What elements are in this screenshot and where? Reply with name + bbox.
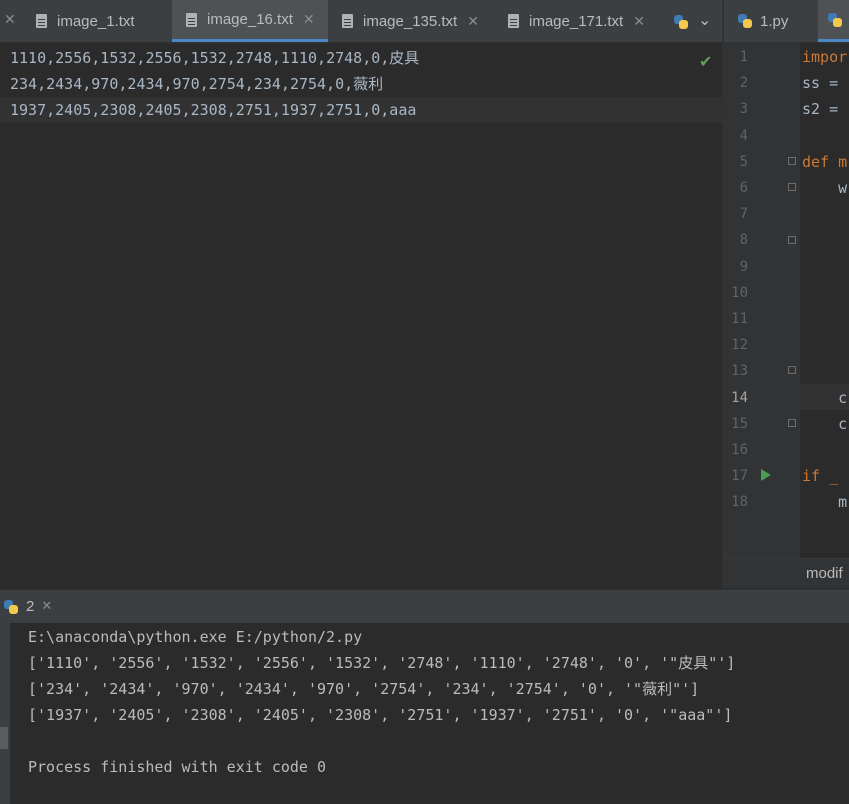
console-line: ['234', '2434', '970', '2434', '970', '2… <box>28 680 700 698</box>
check-icon: ✔ <box>699 52 713 71</box>
tab-image-171[interactable]: image_171.txt ✕ <box>508 0 658 42</box>
line-number: 3 <box>739 101 748 118</box>
line-number: 13 <box>731 363 748 380</box>
line-number: 14 <box>731 389 748 406</box>
close-icon[interactable]: ✕ <box>4 12 16 28</box>
chevron-down-icon[interactable]: ⌄ <box>698 10 711 29</box>
tab-1-py[interactable]: 1.py <box>738 0 828 42</box>
close-icon[interactable]: ✕ <box>41 599 52 614</box>
fold-icon[interactable] <box>788 183 796 191</box>
console-output[interactable]: E:\anaconda\python.exe E:/python/2.py ['… <box>0 623 849 804</box>
tab-image-135[interactable]: image_135.txt ✕ <box>342 0 502 42</box>
run-tool-window-header: 2 ✕ <box>0 589 849 624</box>
console-line: Process finished with exit code 0 <box>28 758 327 776</box>
python-file-icon <box>828 12 842 27</box>
right-tab-bar: 1.py <box>724 0 849 43</box>
close-icon[interactable]: ✕ <box>467 13 479 30</box>
code-line[interactable]: def m <box>802 149 847 175</box>
tab-label: 1.py <box>760 12 789 30</box>
line-number: 1 <box>739 49 748 65</box>
text-file-icon <box>186 12 197 27</box>
console-side-toolbar <box>0 623 10 804</box>
tab-label: image_1.txt <box>57 12 135 30</box>
console-line: ['1937', '2405', '2308', '2405', '2308',… <box>28 706 733 724</box>
line-number: 6 <box>739 180 748 196</box>
tab-label: image_16.txt <box>207 11 293 28</box>
run-icon[interactable] <box>761 469 771 481</box>
line-number: 17 <box>731 468 748 485</box>
editor-line[interactable]: 1937,2405,2308,2405,2308,2751,1937,2751,… <box>10 97 416 123</box>
close-icon[interactable]: ✕ <box>303 11 315 28</box>
line-number: 15 <box>731 415 748 432</box>
text-editor[interactable]: ✔ 1110,2556,1532,2556,1532,2748,1110,274… <box>0 43 723 588</box>
line-number: 16 <box>731 442 748 458</box>
line-number: 11 <box>731 311 748 327</box>
tab-image-1[interactable]: image_1.txt <box>36 0 170 42</box>
fold-icon[interactable] <box>788 236 796 244</box>
tab-label: image_171.txt <box>529 12 624 30</box>
code-line[interactable]: c <box>802 411 847 437</box>
python-icon <box>4 599 18 614</box>
fold-icon[interactable] <box>788 157 796 165</box>
text-file-icon <box>342 14 353 28</box>
tab-label: image_135.txt <box>363 12 458 30</box>
python-file-icon <box>674 15 688 29</box>
python-file-icon <box>738 14 752 28</box>
code-line[interactable]: ss = <box>802 70 838 96</box>
fold-icon[interactable] <box>788 419 796 427</box>
code-line[interactable]: m <box>802 489 847 515</box>
line-number: 10 <box>731 284 748 301</box>
tab-image-16[interactable]: image_16.txt ✕ <box>172 0 328 42</box>
tab-active-python-file[interactable] <box>818 0 849 42</box>
line-number: 5 <box>739 153 748 170</box>
python-file-tab-overflow[interactable] <box>674 14 696 33</box>
code-line[interactable]: s2 = <box>802 96 838 122</box>
left-tab-bar: ✕ image_1.txt image_16.txt ✕ image_135.t… <box>0 0 722 43</box>
console-line: ['1110', '2556', '1532', '2556', '1532',… <box>28 654 736 672</box>
code-line[interactable]: w <box>802 175 847 201</box>
code-line[interactable]: if _ <box>802 463 838 489</box>
text-file-icon <box>36 14 47 28</box>
console-line: E:\anaconda\python.exe E:/python/2.py <box>28 628 363 646</box>
code-line[interactable]: c <box>802 385 847 411</box>
run-tab-label: 2 <box>26 598 35 615</box>
close-icon[interactable]: ✕ <box>633 13 645 30</box>
line-number: 7 <box>739 206 748 223</box>
line-number: 4 <box>739 127 748 144</box>
line-number: 9 <box>739 258 748 275</box>
fold-icon[interactable] <box>788 366 796 374</box>
breadcrumb[interactable]: modif <box>724 558 849 588</box>
console-toolbar-button[interactable] <box>0 727 8 749</box>
line-number: 18 <box>731 494 748 511</box>
text-file-icon <box>508 14 519 28</box>
code-line[interactable]: impor <box>802 44 847 70</box>
line-number: 8 <box>739 232 748 249</box>
editor-line[interactable]: 1110,2556,1532,2556,1532,2748,1110,2748,… <box>10 45 419 71</box>
editor-line[interactable]: 234,2434,970,2434,970,2754,234,2754,0,薇利 <box>10 71 383 97</box>
line-number: 2 <box>739 75 748 92</box>
run-tab-2[interactable]: 2 ✕ <box>0 590 52 623</box>
line-number: 12 <box>731 337 748 354</box>
